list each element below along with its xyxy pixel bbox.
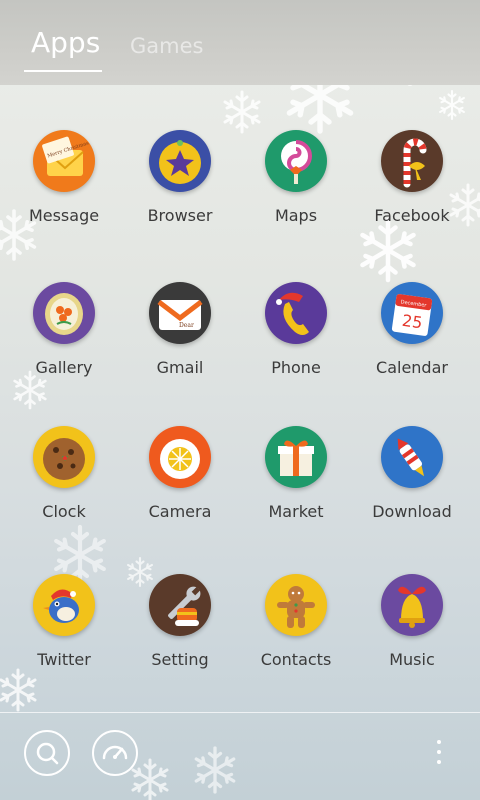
browser-star-icon <box>149 130 211 192</box>
more-vert-icon[interactable] <box>434 740 444 770</box>
app-download[interactable]: Download <box>354 416 470 536</box>
app-calendar[interactable]: December 25 Calendar <box>354 272 470 392</box>
app-twitter[interactable]: Twitter <box>6 564 122 684</box>
calendar-day: 25 <box>401 311 424 333</box>
top-tab-bar: Apps Games <box>0 0 480 85</box>
app-gmail[interactable]: Dear Gmail <box>122 272 238 392</box>
app-contacts[interactable]: Contacts <box>238 564 354 684</box>
facebook-candy-cane-icon <box>381 130 443 192</box>
app-market[interactable]: Market <box>238 416 354 536</box>
gmail-icon-text: Dear <box>179 322 194 329</box>
app-label: Clock <box>42 502 86 521</box>
active-tab-indicator <box>24 70 102 72</box>
app-drawer-screen: Apps Games Merry Christmas Message Brows… <box>0 0 480 800</box>
gallery-frame-icon <box>33 282 95 344</box>
app-label: Phone <box>271 358 321 377</box>
app-message[interactable]: Merry Christmas Message <box>6 120 122 240</box>
app-label: Gallery <box>35 358 93 377</box>
app-label: Message <box>28 206 100 225</box>
app-label: Setting <box>151 650 209 669</box>
gmail-envelope-icon: Dear <box>149 282 211 344</box>
app-label: Calendar <box>376 358 448 377</box>
contacts-gingerbread-icon <box>265 574 327 636</box>
app-label: Contacts <box>260 650 332 669</box>
maps-lollipop-icon <box>265 130 327 192</box>
app-label: Market <box>268 502 324 521</box>
speedometer-icon <box>102 745 128 760</box>
app-setting[interactable]: Setting <box>122 564 238 684</box>
search-icon <box>36 742 59 765</box>
tab-apps[interactable]: Apps <box>31 26 100 59</box>
speed-boost-button[interactable] <box>92 730 138 776</box>
app-clock[interactable]: Clock <box>6 416 122 536</box>
app-browser[interactable]: Browser <box>122 120 238 240</box>
clock-cookie-icon <box>33 426 95 488</box>
app-label: Maps <box>274 206 318 225</box>
calendar-icon: December 25 <box>381 282 443 344</box>
app-camera[interactable]: Camera <box>122 416 238 536</box>
app-label: Camera <box>148 502 212 521</box>
twitter-bird-icon <box>33 574 95 636</box>
download-rocket-icon <box>381 426 443 488</box>
app-label: Twitter <box>37 650 91 669</box>
music-bell-icon <box>381 574 443 636</box>
phone-handset-icon <box>265 282 327 344</box>
app-music[interactable]: Music <box>354 564 470 684</box>
search-button[interactable] <box>24 730 70 776</box>
app-label: Download <box>372 502 452 521</box>
app-label: Browser <box>147 206 213 225</box>
app-label: Facebook <box>374 206 450 225</box>
app-label: Gmail <box>156 358 204 377</box>
app-gallery[interactable]: Gallery <box>6 272 122 392</box>
app-maps[interactable]: Maps <box>238 120 354 240</box>
app-facebook[interactable]: Facebook <box>354 120 470 240</box>
bottom-dock <box>0 712 480 800</box>
setting-wrench-icon <box>149 574 211 636</box>
app-phone[interactable]: Phone <box>238 272 354 392</box>
camera-orange-icon <box>149 426 211 488</box>
tab-games[interactable]: Games <box>130 34 203 58</box>
message-envelope-icon: Merry Christmas <box>33 130 95 192</box>
market-gift-icon <box>265 426 327 488</box>
app-label: Music <box>389 650 435 669</box>
